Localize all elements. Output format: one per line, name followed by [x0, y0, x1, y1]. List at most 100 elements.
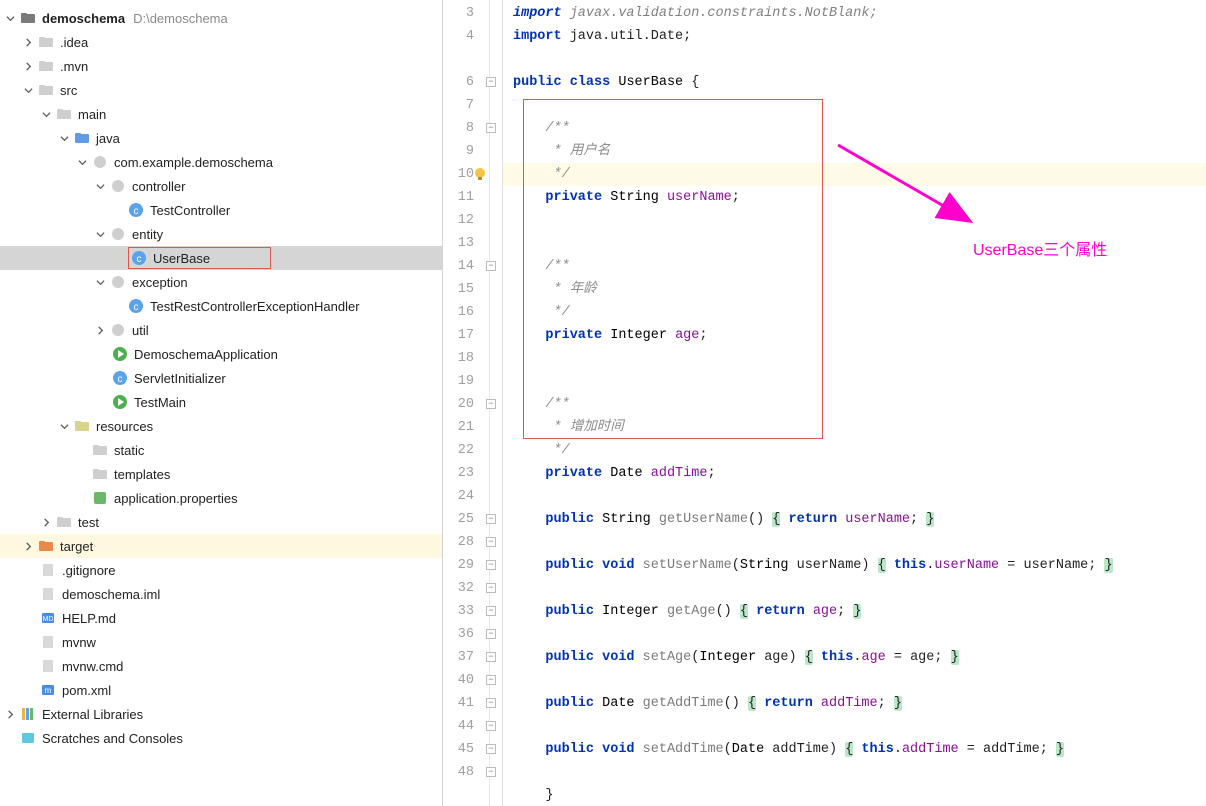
- gutter-line[interactable]: 9: [443, 140, 502, 163]
- tree-item-servlet-init[interactable]: c ServletInitializer: [0, 366, 442, 390]
- fold-toggle-icon[interactable]: −: [486, 721, 496, 731]
- tree-item-util[interactable]: util: [0, 318, 442, 342]
- fold-toggle-icon[interactable]: −: [486, 629, 496, 639]
- fold-toggle-icon[interactable]: −: [486, 606, 496, 616]
- chevron-down-icon[interactable]: [4, 12, 16, 24]
- project-tree-panel[interactable]: demoschema D:\demoschema .idea .mvn src …: [0, 0, 443, 806]
- gutter-line[interactable]: 18: [443, 347, 502, 370]
- gutter-line[interactable]: 16: [443, 301, 502, 324]
- tree-item-test[interactable]: test: [0, 510, 442, 534]
- tree-item-controller[interactable]: controller: [0, 174, 442, 198]
- fold-toggle-icon[interactable]: −: [486, 399, 496, 409]
- fold-toggle-icon[interactable]: −: [486, 767, 496, 777]
- intention-bulb-icon[interactable]: [473, 167, 487, 181]
- gutter-line[interactable]: 17: [443, 324, 502, 347]
- tree-item-mvnw[interactable]: mvnw: [0, 630, 442, 654]
- tree-item-help[interactable]: MD HELP.md: [0, 606, 442, 630]
- fold-toggle-icon[interactable]: −: [486, 123, 496, 133]
- gutter-line[interactable]: 3: [443, 2, 502, 25]
- gutter-line[interactable]: 21: [443, 416, 502, 439]
- tree-item-main[interactable]: main: [0, 102, 442, 126]
- gutter-line[interactable]: 4: [443, 25, 502, 48]
- tree-item-ext-libs[interactable]: External Libraries: [0, 702, 442, 726]
- fold-toggle-icon[interactable]: −: [486, 514, 496, 524]
- chevron-down-icon[interactable]: [58, 132, 70, 144]
- tree-item-entity[interactable]: entity: [0, 222, 442, 246]
- gutter-line[interactable]: 7: [443, 94, 502, 117]
- tree-item-app-props[interactable]: application.properties: [0, 486, 442, 510]
- tree-root[interactable]: demoschema D:\demoschema: [0, 6, 442, 30]
- chevron-right-icon[interactable]: [22, 540, 34, 552]
- gutter-line[interactable]: 25−: [443, 508, 502, 531]
- gutter-line[interactable]: 15: [443, 278, 502, 301]
- tree-item-testmain[interactable]: TestMain: [0, 390, 442, 414]
- fold-toggle-icon[interactable]: −: [486, 583, 496, 593]
- gutter-line[interactable]: [443, 48, 502, 71]
- fold-toggle-icon[interactable]: −: [486, 744, 496, 754]
- gutter-line[interactable]: 8−: [443, 117, 502, 140]
- tree-item-target[interactable]: target: [0, 534, 442, 558]
- chevron-down-icon[interactable]: [94, 228, 106, 240]
- chevron-right-icon[interactable]: [40, 516, 52, 528]
- chevron-right-icon[interactable]: [94, 324, 106, 336]
- gutter-line[interactable]: 33−: [443, 600, 502, 623]
- tree-item-pom[interactable]: m pom.xml: [0, 678, 442, 702]
- gutter-line[interactable]: 19: [443, 370, 502, 393]
- fold-toggle-icon[interactable]: −: [486, 261, 496, 271]
- gutter-line[interactable]: 36−: [443, 623, 502, 646]
- chevron-right-icon[interactable]: [22, 60, 34, 72]
- gutter-line[interactable]: 41−: [443, 692, 502, 715]
- tree-item-idea[interactable]: .idea: [0, 30, 442, 54]
- gutter-line[interactable]: 32−: [443, 577, 502, 600]
- tree-item-static[interactable]: static: [0, 438, 442, 462]
- tree-item-exception[interactable]: exception: [0, 270, 442, 294]
- chevron-down-icon[interactable]: [76, 156, 88, 168]
- tree-item-resources[interactable]: resources: [0, 414, 442, 438]
- gutter-line[interactable]: 44−: [443, 715, 502, 738]
- tree-item-package[interactable]: com.example.demoschema: [0, 150, 442, 174]
- tree-item-java[interactable]: java: [0, 126, 442, 150]
- fold-toggle-icon[interactable]: −: [486, 675, 496, 685]
- gutter-line[interactable]: 14−: [443, 255, 502, 278]
- gutter-line[interactable]: 40−: [443, 669, 502, 692]
- fold-toggle-icon[interactable]: −: [486, 560, 496, 570]
- chevron-right-icon[interactable]: [4, 708, 16, 720]
- chevron-down-icon[interactable]: [40, 108, 52, 120]
- gutter-line[interactable]: 48−: [443, 761, 502, 784]
- gutter-line[interactable]: 20−: [443, 393, 502, 416]
- gutter-line[interactable]: 22: [443, 439, 502, 462]
- gutter-line[interactable]: 13: [443, 232, 502, 255]
- gutter-line[interactable]: 6−: [443, 71, 502, 94]
- tree-item-scratches[interactable]: Scratches and Consoles: [0, 726, 442, 750]
- caret-line[interactable]: */: [503, 163, 1206, 186]
- chevron-down-icon[interactable]: [22, 84, 34, 96]
- fold-toggle-icon[interactable]: −: [486, 698, 496, 708]
- tree-item-mvn[interactable]: .mvn: [0, 54, 442, 78]
- tree-item-app[interactable]: DemoschemaApplication: [0, 342, 442, 366]
- tree-item-gitignore[interactable]: .gitignore: [0, 558, 442, 582]
- gutter-line[interactable]: 10: [443, 163, 502, 186]
- gutter-line[interactable]: 12: [443, 209, 502, 232]
- gutter-line[interactable]: 11: [443, 186, 502, 209]
- fold-toggle-icon[interactable]: −: [486, 652, 496, 662]
- code-editor[interactable]: 346−78−91011121314−151617181920−21222324…: [443, 0, 1206, 806]
- chevron-down-icon[interactable]: [94, 276, 106, 288]
- gutter-line[interactable]: 45−: [443, 738, 502, 761]
- gutter-line[interactable]: 28−: [443, 531, 502, 554]
- gutter-line[interactable]: 23: [443, 462, 502, 485]
- tree-item-src[interactable]: src: [0, 78, 442, 102]
- tree-item-testcontroller[interactable]: c TestController: [0, 198, 442, 222]
- chevron-right-icon[interactable]: [22, 36, 34, 48]
- code-area[interactable]: import javax.validation.constraints.NotB…: [503, 0, 1206, 806]
- fold-toggle-icon[interactable]: −: [486, 77, 496, 87]
- gutter-line[interactable]: 29−: [443, 554, 502, 577]
- tree-item-templates[interactable]: templates: [0, 462, 442, 486]
- tree-item-exc-handler[interactable]: c TestRestControllerExceptionHandler: [0, 294, 442, 318]
- chevron-down-icon[interactable]: [94, 180, 106, 192]
- tree-item-iml[interactable]: demoschema.iml: [0, 582, 442, 606]
- chevron-down-icon[interactable]: [58, 420, 70, 432]
- editor-gutter[interactable]: 346−78−91011121314−151617181920−21222324…: [443, 0, 503, 806]
- tree-item-userbase[interactable]: c UserBase: [0, 246, 442, 270]
- tree-item-mvnw-cmd[interactable]: mvnw.cmd: [0, 654, 442, 678]
- fold-toggle-icon[interactable]: −: [486, 537, 496, 547]
